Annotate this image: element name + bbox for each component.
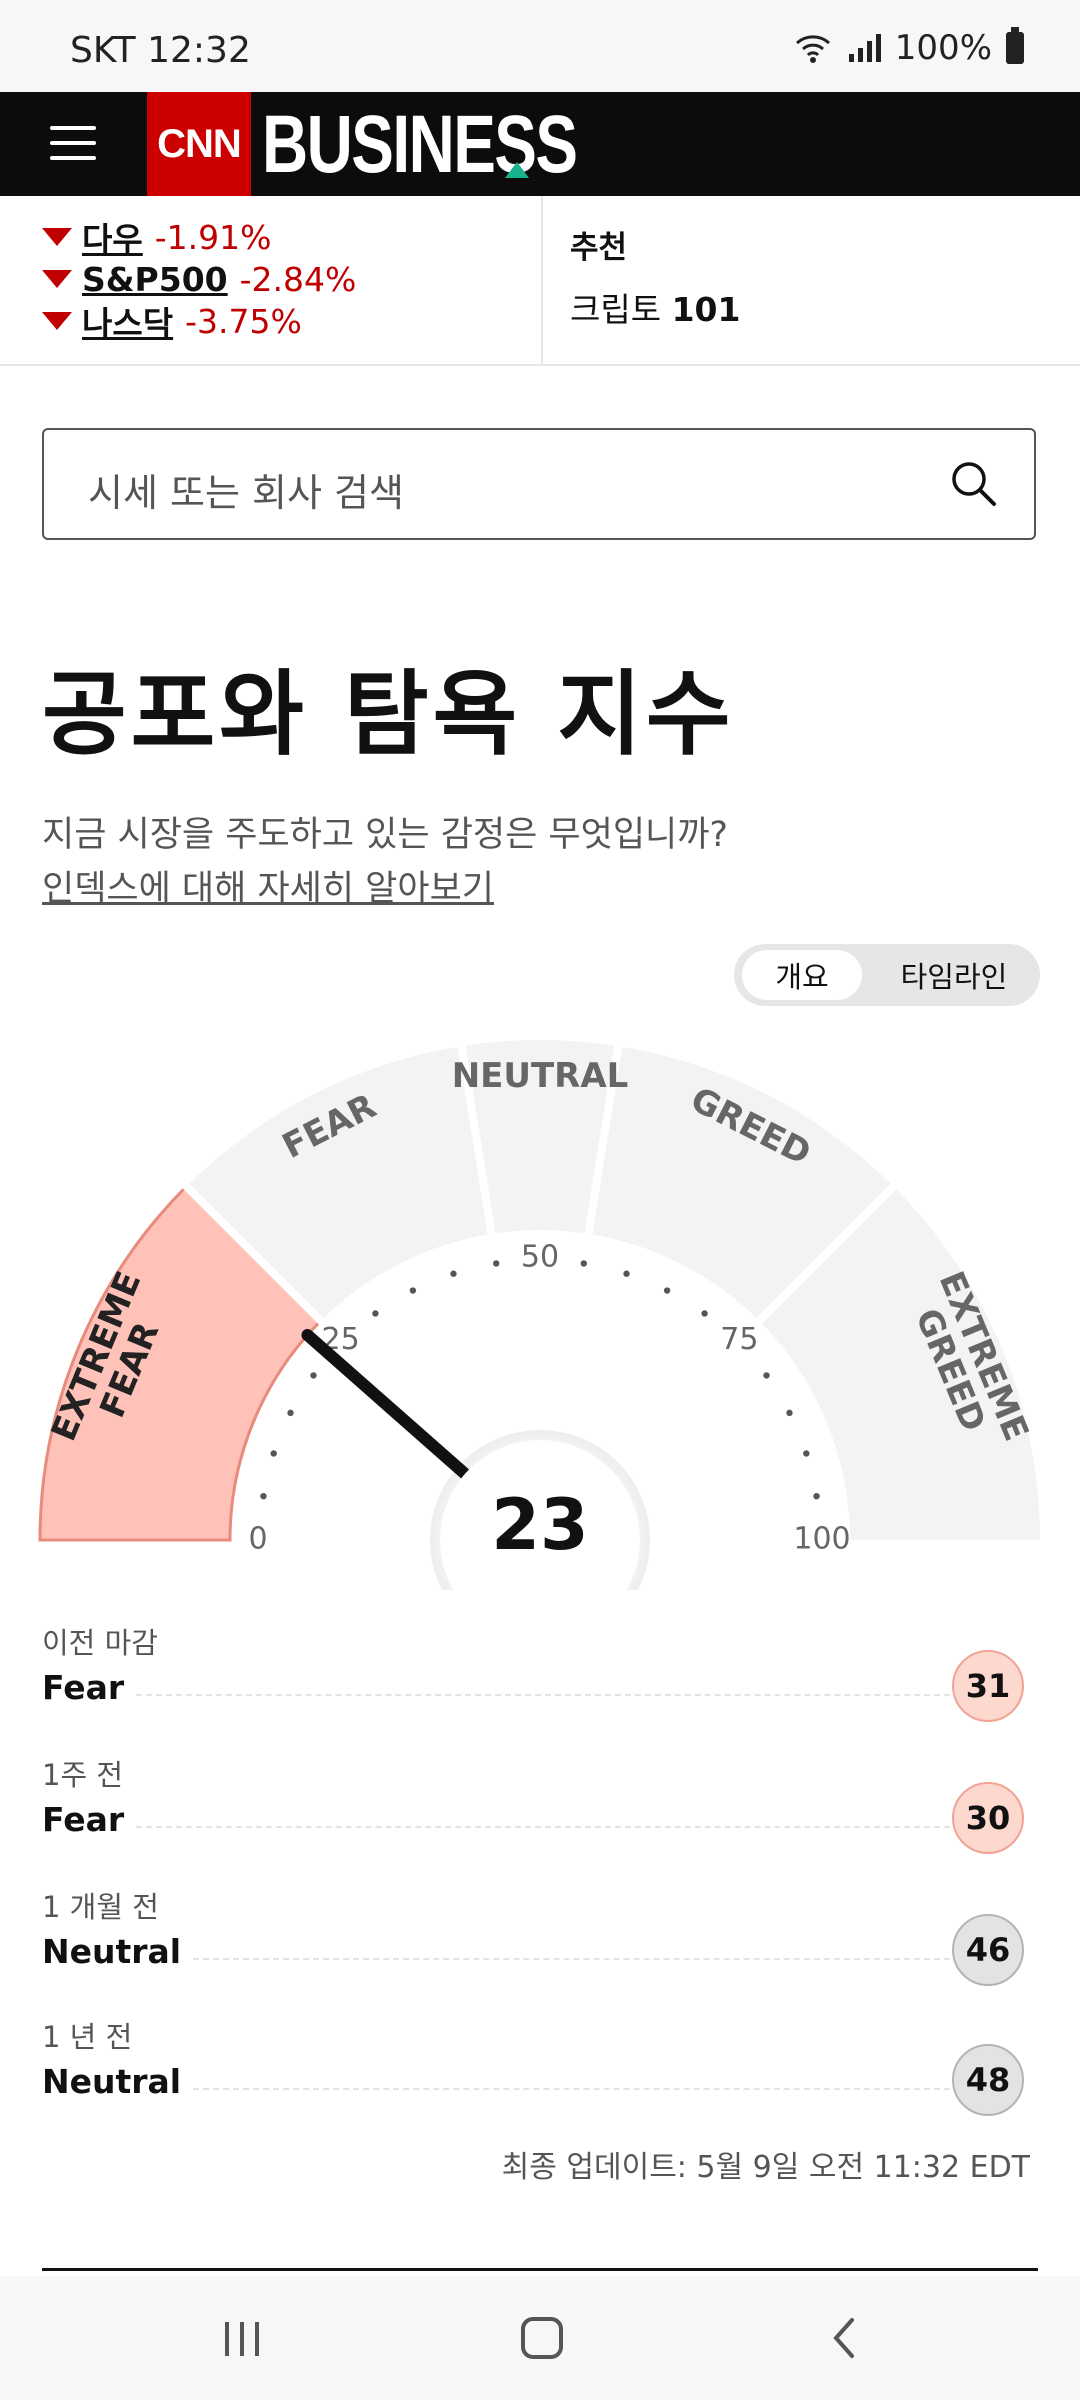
history-score-badge: 46 [952,1914,1024,1986]
gauge-tick-dot [701,1310,708,1317]
page-subtitle: 지금 시장을 주도하고 있는 감정은 무엇입니까? [42,815,729,855]
gauge-tick-dot [580,1260,588,1267]
learn-more-link[interactable]: 인덱스에 대해 자세히 알아보기 [42,860,494,911]
last-updated: 최종 업데이트: 5월 9일 오전 11:32 EDT [501,2150,1030,2185]
index-change: -1.91% [154,217,272,257]
system-nav-bar [0,2276,1080,2400]
gauge-tick-dot [310,1372,317,1379]
tab-overview[interactable]: 개요 [742,950,862,1000]
index-name[interactable]: S&P500 [82,260,228,299]
dotted-leader [136,1680,1020,1696]
site-header: CNN BUSINESS [0,92,1080,196]
dotted-leader [193,1944,1020,1960]
down-arrow-icon [42,228,72,246]
menu-icon[interactable] [50,120,96,166]
recent-apps-icon[interactable] [217,2314,267,2362]
gauge-tick-dot [409,1287,417,1294]
search-input[interactable]: 시세 또는 회사 검색 [42,428,1036,540]
gauge-tick-label: 75 [720,1322,758,1357]
index-row-sp500[interactable]: S&P500 -2.84% [42,258,532,300]
market-summary: 다우 -1.91% S&P500 -2.84% 나스닥 -3.75% 추천 크립… [0,196,1080,366]
history-row-1-week: 1주 전 Fear 30 [42,1752,1036,1862]
gauge-tick-dot [623,1270,630,1277]
battery-percent: 100% [894,28,992,68]
wifi-icon [795,35,830,63]
history-label: 1 개월 전 [42,1890,159,1924]
status-bar: SKT 12:32 100% [0,0,1080,92]
gauge-tick-label: 100 [793,1522,850,1557]
gauge-tick-dot [763,1372,770,1379]
history-row-1-month: 1 개월 전 Neutral 46 [42,1884,1036,1994]
gauge-tick-dot [663,1287,671,1294]
status-icons: 100% [793,27,1024,68]
gauge-tick-dot [260,1492,267,1500]
cnn-logo[interactable]: CNN [147,92,251,196]
dotted-leader [136,1812,1020,1828]
dotted-leader [193,2074,1020,2090]
page-title: 공포와 탐욕 지수 [42,661,735,768]
index-row-dow[interactable]: 다우 -1.91% [42,213,532,261]
index-change: -3.75% [185,301,302,341]
index-name[interactable]: 나스닥 [82,297,173,345]
status-carrier-time: SKT 12:32 [70,30,251,71]
section-divider [42,2268,1038,2271]
recommended-title: 추천 [570,230,628,266]
index-name[interactable]: 다우 [82,213,143,261]
search-placeholder: 시세 또는 회사 검색 [88,471,404,515]
recommended-link-number: 101 [671,290,741,329]
market-divider [541,196,543,364]
history-row-previous-close: 이전 마감 Fear 31 [42,1620,1036,1730]
history-score-badge: 30 [952,1782,1024,1854]
recommended-link-text: 크립토 [570,290,662,329]
gauge-tick-dot [450,1270,457,1277]
gauge-tick-label: 0 [248,1522,267,1557]
fear-greed-gauge: EXTREMEFEARFEARNEUTRALGREEDEXTREMEGREED … [38,1040,1040,1590]
gauge-tick-dot [492,1260,500,1267]
recommended-section: 추천 크립토 101 [570,222,740,331]
down-arrow-icon [42,270,72,288]
recommended-link[interactable]: 크립토 101 [570,283,740,331]
history-score-badge: 48 [952,2044,1024,2116]
history-sentiment: Neutral [42,2062,182,2101]
view-toggle: 개요 타임라인 [734,944,1040,1006]
history-label: 1 년 전 [42,2020,133,2054]
signal-icon [848,34,881,62]
history-label: 이전 마감 [42,1626,158,1660]
logo-triangle-icon [505,162,529,178]
search-icon[interactable] [948,458,1000,510]
gauge-tick-dot [786,1409,793,1417]
home-icon[interactable] [517,2314,567,2362]
business-logo[interactable]: BUSINESS [262,98,578,192]
history-sentiment: Neutral [42,1932,182,1971]
index-row-nasdaq[interactable]: 나스닥 -3.75% [42,297,532,345]
back-icon[interactable] [820,2314,870,2362]
gauge-tick-dot [813,1492,820,1500]
index-change: -2.84% [239,259,357,299]
history-sentiment: Fear [42,1800,125,1839]
history-row-1-year: 1 년 전 Neutral 48 [42,2014,1036,2124]
gauge-segment-label: NEUTRAL [452,1056,629,1096]
battery-icon [1006,27,1024,64]
history-score-badge: 31 [952,1650,1024,1722]
gauge-tick-dot [372,1310,379,1317]
gauge-tick-dot [803,1450,810,1457]
tab-timeline[interactable]: 타임라인 [884,950,1024,1000]
history-label: 1주 전 [42,1758,124,1792]
history-sentiment: Fear [42,1668,125,1707]
gauge-value: 23 [491,1484,588,1566]
down-arrow-icon [42,312,72,330]
gauge-tick-dot [270,1450,277,1457]
gauge-tick-dot [287,1409,294,1417]
gauge-tick-label: 50 [521,1240,559,1275]
